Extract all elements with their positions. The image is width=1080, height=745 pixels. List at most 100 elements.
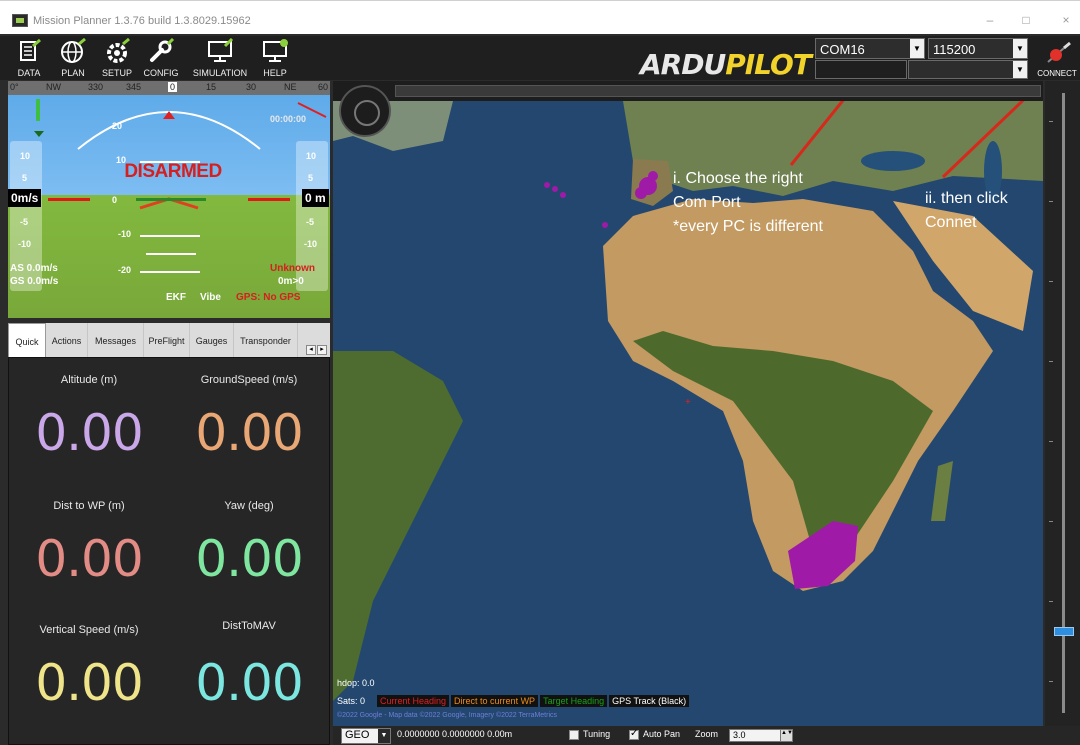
tab-messages[interactable]: Messages: [88, 323, 144, 357]
maximize-button[interactable]: □: [1018, 13, 1034, 27]
autopan-checkbox[interactable]: [629, 728, 639, 740]
data-icon: [20, 38, 41, 61]
legend-current-heading: Current Heading: [377, 695, 450, 707]
quick-value: 0.00: [35, 530, 143, 588]
tab-gauges[interactable]: Gauges: [190, 323, 234, 357]
hud-timer: 00:00:00: [270, 114, 307, 124]
speed-tape-mark: 10: [20, 151, 31, 161]
mission-planner-window: Mission Planner 1.3.76 build 1.3.8029.15…: [0, 0, 1080, 745]
coord-mode-select[interactable]: GEO ▼: [341, 728, 391, 744]
quick-item[interactable]: DistToMAV 0.00: [169, 608, 329, 728]
map-status-bar: GEO ▼ 0.0000000 0.0000000 0.00m Tuning A…: [333, 726, 1080, 745]
alt-tape-mark: 5: [308, 173, 314, 183]
alt-tape-mark: 10: [306, 151, 317, 161]
airspeed-readout: AS 0.0m/s: [10, 263, 58, 274]
pitch-mark-neg10: -10: [118, 229, 132, 239]
logo-part-ardu: ARDU: [640, 48, 726, 81]
speed-tape-mark: -5: [20, 217, 29, 227]
tab-scroll-left-icon[interactable]: ◂: [306, 345, 316, 355]
altitude-readout: 0 m: [302, 189, 329, 207]
zoom-slider-thumb[interactable]: [1054, 627, 1074, 636]
config-button[interactable]: CONFIG: [134, 38, 188, 78]
map-progress-strip: [333, 81, 1043, 101]
pitch-mark-20: 20: [112, 121, 123, 131]
connect-label: CONNECT: [1037, 69, 1077, 78]
wrench-icon: [150, 38, 175, 62]
horizon-left-marker: [48, 198, 90, 201]
map-legend: Current Heading Direct to current WP Targe…: [377, 695, 691, 707]
config-label: CONFIG: [143, 68, 179, 78]
quick-item[interactable]: Yaw (deg) 0.00: [169, 484, 329, 604]
speed-readout: 0m/s: [8, 189, 42, 207]
com-port-select[interactable]: COM16 ▼: [815, 38, 925, 59]
simulation-button[interactable]: SIMULATION: [188, 38, 252, 78]
svg-text:+: +: [685, 397, 691, 408]
tab-preflight[interactable]: PreFlight: [144, 323, 190, 357]
app-icon: [12, 14, 28, 27]
quick-label: Yaw (deg): [224, 500, 274, 512]
pitch-mark-0: 0: [112, 195, 118, 205]
annotation-line: Com Port: [673, 194, 741, 211]
gps-status: GPS: No GPS: [236, 292, 301, 303]
annotation-line: i. Choose the right: [673, 170, 803, 187]
quick-item[interactable]: Vertical Speed (m/s) 0.00: [9, 608, 169, 728]
slider-tick: [1049, 281, 1053, 282]
autopan-label: Auto Pan: [643, 729, 681, 739]
baud-rate-select[interactable]: 115200 ▼: [928, 38, 1028, 59]
plug-icon: [1047, 41, 1071, 63]
hdop-readout: hdop: 0.0: [337, 678, 375, 688]
connect-button[interactable]: CONNECT: [1034, 40, 1080, 80]
zoom-input[interactable]: 3.0 ▲▼: [729, 729, 793, 742]
quick-item[interactable]: GroundSpeed (m/s) 0.00: [169, 358, 329, 478]
map-view[interactable]: + i. Choose the right Com Port *every PC…: [333, 81, 1043, 726]
globe-icon: [61, 38, 86, 63]
coordinates-readout: 0.0000000 0.0000000 0.00m: [397, 729, 513, 739]
help-label: HELP: [263, 68, 287, 78]
ekf-indicator[interactable]: EKF: [166, 292, 186, 303]
com-port-value: COM16: [820, 42, 865, 57]
data-tabs: Quick Actions Messages PreFlight Gauges …: [8, 323, 330, 357]
help-button[interactable]: HELP: [248, 38, 302, 78]
wp-dist-readout: 0m>0: [278, 276, 304, 287]
legend-gps-track: GPS Track (Black): [609, 695, 690, 707]
tab-scroll-right-icon[interactable]: ▸: [317, 345, 327, 355]
title-bar: Mission Planner 1.3.76 build 1.3.8029.15…: [0, 0, 1080, 34]
quick-label: Altitude (m): [60, 374, 118, 386]
coord-mode-value: GEO: [345, 729, 370, 741]
groundspeed-readout: GS 0.0m/s: [10, 276, 59, 287]
tuning-checkbox[interactable]: [569, 730, 579, 740]
pitch-ladder-line: [140, 271, 200, 273]
pitch-ladder-line: [146, 253, 196, 255]
quick-panel: Altitude (m) 0.00 GroundSpeed (m/s) 0.00…: [8, 357, 330, 745]
ardupilot-logo: ARDUPILOT: [640, 48, 812, 81]
legend-direct-wp: Direct to current WP: [451, 695, 539, 707]
slider-tick: [1049, 681, 1053, 682]
chevron-down-icon: ▼: [1013, 39, 1027, 58]
map-progress-bar: [395, 85, 1041, 97]
vibe-indicator[interactable]: Vibe: [200, 292, 221, 303]
annotation-step-1: i. Choose the right Com Port *every PC i…: [673, 167, 823, 239]
tab-quick[interactable]: Quick: [8, 323, 46, 357]
zoom-slider[interactable]: [1045, 81, 1080, 726]
close-button[interactable]: ×: [1058, 13, 1074, 27]
gear-icon: [107, 38, 130, 63]
quick-item[interactable]: Altitude (m) 0.00: [9, 358, 169, 478]
slider-tick: [1049, 601, 1053, 602]
quick-value: 0.00: [195, 404, 303, 462]
chevron-down-icon: ▼: [1013, 61, 1027, 78]
annotation-line: Connet: [925, 214, 977, 231]
tab-actions[interactable]: Actions: [46, 323, 88, 357]
alt-tape-mark: -10: [304, 239, 318, 249]
tab-transponder[interactable]: Transponder: [234, 323, 298, 357]
tuning-label: Tuning: [583, 729, 611, 739]
speed-tape-mark: 5: [22, 173, 28, 183]
zoom-slider-track: [1062, 93, 1065, 713]
spinner-icon[interactable]: ▲▼: [780, 730, 793, 741]
legend-target-heading: Target Heading: [540, 695, 608, 707]
quick-value: 0.00: [195, 654, 303, 712]
minimize-button[interactable]: –: [982, 13, 998, 27]
quick-item[interactable]: Dist to WP (m) 0.00: [9, 484, 169, 604]
mode-status: Unknown: [270, 263, 315, 274]
compass-widget: [339, 85, 391, 137]
zoom-value: 3.0: [733, 730, 746, 740]
